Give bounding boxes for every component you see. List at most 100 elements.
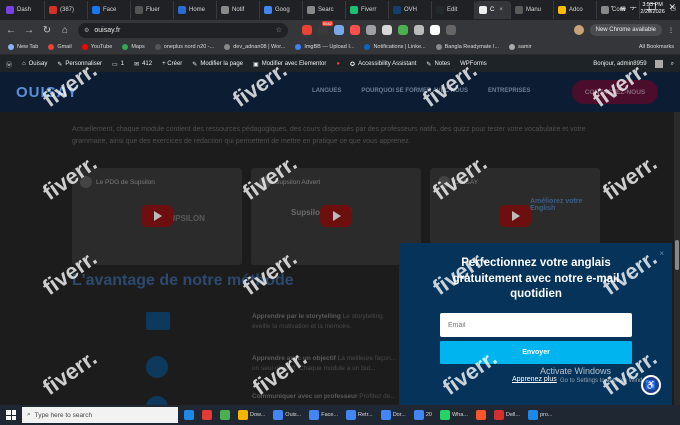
browser-tab[interactable]: Fluer xyxy=(131,1,174,19)
tab-favicon-icon xyxy=(436,6,444,14)
nav-item-langues[interactable]: LANGUES xyxy=(312,88,341,94)
browser-tab[interactable]: OVH xyxy=(389,1,432,19)
learn-more-link[interactable]: Apprenez plus xyxy=(512,376,557,383)
bookmark-item[interactable]: Gmail xyxy=(48,44,72,50)
bookmark-item[interactable]: Maps xyxy=(122,44,145,50)
browser-tab[interactable]: Fiverr xyxy=(346,1,389,19)
site-info-icon[interactable]: ⚙ xyxy=(84,27,89,34)
wp-status-dot: ● xyxy=(336,61,341,67)
tray-chevron-icon[interactable]: ⌃ xyxy=(610,6,615,12)
taskbar-app[interactable] xyxy=(200,407,214,423)
browser-tab[interactable]: Manu xyxy=(511,1,554,19)
email-field[interactable] xyxy=(440,313,632,337)
wp-updates[interactable]: ✉ 412 xyxy=(134,61,152,68)
bookmark-item[interactable]: Bangla Readymate I... xyxy=(435,44,499,50)
browser-tab[interactable]: C × xyxy=(475,1,511,19)
extension-badge-icon[interactable]: 5542 xyxy=(318,21,333,35)
volume-icon[interactable]: ♪ xyxy=(632,6,635,12)
video-card[interactable]: Le PDG de Supsilon SUPSILON xyxy=(72,168,242,265)
taskbar-app[interactable]: Dell... xyxy=(492,407,522,423)
updates-icon: ✉ xyxy=(134,61,140,68)
bookmark-item[interactable]: YouTube xyxy=(81,44,112,50)
bookmark-item[interactable]: dev_adnan08 | Wor... xyxy=(224,44,285,50)
scrollbar-thumb[interactable] xyxy=(675,240,679,270)
taskbar-app[interactable] xyxy=(182,407,196,423)
bookmark-item[interactable]: samir xyxy=(509,44,532,50)
network-icon[interactable]: ▤ xyxy=(620,6,625,12)
browser-tab[interactable]: Dash xyxy=(2,1,45,19)
windows-taskbar: ⌕ Type here to search Dow... Ouis... Face.… xyxy=(0,405,680,425)
taskbar-app-icon xyxy=(273,410,284,420)
tab-close-icon[interactable]: × xyxy=(499,7,503,13)
extension-icon[interactable] xyxy=(430,25,440,35)
extension-icon[interactable] xyxy=(302,25,312,35)
browser-tab[interactable]: (387) xyxy=(45,1,88,19)
browser-tab[interactable]: Searc xyxy=(303,1,346,19)
wp-comments[interactable]: ▭ 1 xyxy=(112,61,124,68)
tab-favicon-icon xyxy=(6,6,14,14)
browser-tab[interactable]: Adco xyxy=(554,1,597,19)
reload-icon[interactable]: ↻ xyxy=(42,25,52,36)
wp-avatar[interactable] xyxy=(654,60,663,68)
bookmark-favicon-icon xyxy=(8,44,14,50)
extension-icon[interactable] xyxy=(382,25,392,35)
taskbar-app[interactable]: Ouis... xyxy=(271,407,303,423)
forward-icon[interactable]: → xyxy=(24,25,34,36)
taskbar-app[interactable]: Wha... xyxy=(438,407,470,423)
play-icon[interactable] xyxy=(499,205,531,227)
new-chrome-available-button[interactable]: New Chrome available xyxy=(589,24,662,36)
browser-tab[interactable]: Home xyxy=(174,1,217,19)
taskbar-app[interactable]: 20 xyxy=(412,407,434,423)
page-scrollbar[interactable] xyxy=(674,112,680,405)
wp-new[interactable]: + Créer xyxy=(162,61,182,67)
wp-edit-page[interactable]: ✎ Modifier la page xyxy=(192,61,243,68)
taskbar-app[interactable] xyxy=(218,407,232,423)
wp-accessibility[interactable]: ✪ Accessibility Assistant xyxy=(350,61,416,68)
bookmark-item[interactable]: ImgBB — Upload I... xyxy=(295,44,354,50)
bookmark-favicon-icon xyxy=(81,44,88,50)
extension-icon[interactable] xyxy=(366,25,376,35)
notifications-icon[interactable]: ▢ xyxy=(671,6,676,12)
taskbar-app[interactable]: Dor... xyxy=(379,407,408,423)
browser-tab[interactable]: Face xyxy=(88,1,131,19)
browser-tab[interactable]: Notif xyxy=(217,1,260,19)
browser-tab[interactable]: Goog xyxy=(260,1,303,19)
tab-label: Dash xyxy=(17,7,32,13)
avatar[interactable] xyxy=(573,25,584,35)
taskbar-app-icon xyxy=(202,410,212,420)
wp-notes[interactable]: ✎ Notes xyxy=(426,61,450,68)
video-title-text: Le PDG de Supsilon xyxy=(96,178,155,186)
search-icon[interactable]: ⌕ xyxy=(671,61,674,68)
taskbar-app[interactable]: pro... xyxy=(526,407,555,423)
wp-site-name[interactable]: ⌂ Ouisay xyxy=(22,61,47,67)
taskbar-app[interactable]: Face... xyxy=(307,407,340,423)
extension-icon[interactable] xyxy=(414,25,424,35)
taskbar-app[interactable]: Retr... xyxy=(344,407,375,423)
play-icon[interactable] xyxy=(320,205,352,227)
play-icon[interactable] xyxy=(141,205,173,227)
windows-start-icon[interactable] xyxy=(4,408,18,422)
extension-icon[interactable] xyxy=(398,25,408,35)
bookmark-item[interactable]: Notifications | Linke... xyxy=(364,44,426,50)
back-icon[interactable]: ← xyxy=(6,25,16,36)
address-bar[interactable]: ⚙ ouisay.fr ☆ xyxy=(78,22,288,38)
all-bookmarks-button[interactable]: All Bookmarks xyxy=(639,44,674,50)
browser-tab[interactable]: Edit xyxy=(432,1,475,19)
bookmark-item[interactable]: oneplus nord n20 -... xyxy=(154,44,214,50)
taskbar-app[interactable]: Dow... xyxy=(236,407,267,423)
tab-favicon-icon xyxy=(221,6,229,14)
menu-kebab-icon[interactable]: ⋮ xyxy=(668,27,674,34)
extension-icon[interactable] xyxy=(334,25,344,35)
home-icon[interactable]: ⌂ xyxy=(60,25,70,36)
nav-item-entreprises[interactable]: ENTREPRISES xyxy=(488,88,530,94)
bookmark-star-icon[interactable]: ☆ xyxy=(276,26,282,34)
clock[interactable]: 3:53 PM 2/20/2026 xyxy=(640,2,664,16)
extension-icon[interactable] xyxy=(350,25,360,35)
popup-close-icon[interactable]: × xyxy=(659,249,664,258)
extensions-puzzle-icon[interactable] xyxy=(446,25,456,35)
taskbar-app[interactable] xyxy=(474,407,488,423)
taskbar-search[interactable]: ⌕ Type here to search xyxy=(22,407,178,423)
wordpress-logo-icon[interactable]: ⓦ xyxy=(6,60,12,69)
bookmark-item[interactable]: New Tab xyxy=(8,44,38,50)
tab-label: C xyxy=(490,7,495,13)
